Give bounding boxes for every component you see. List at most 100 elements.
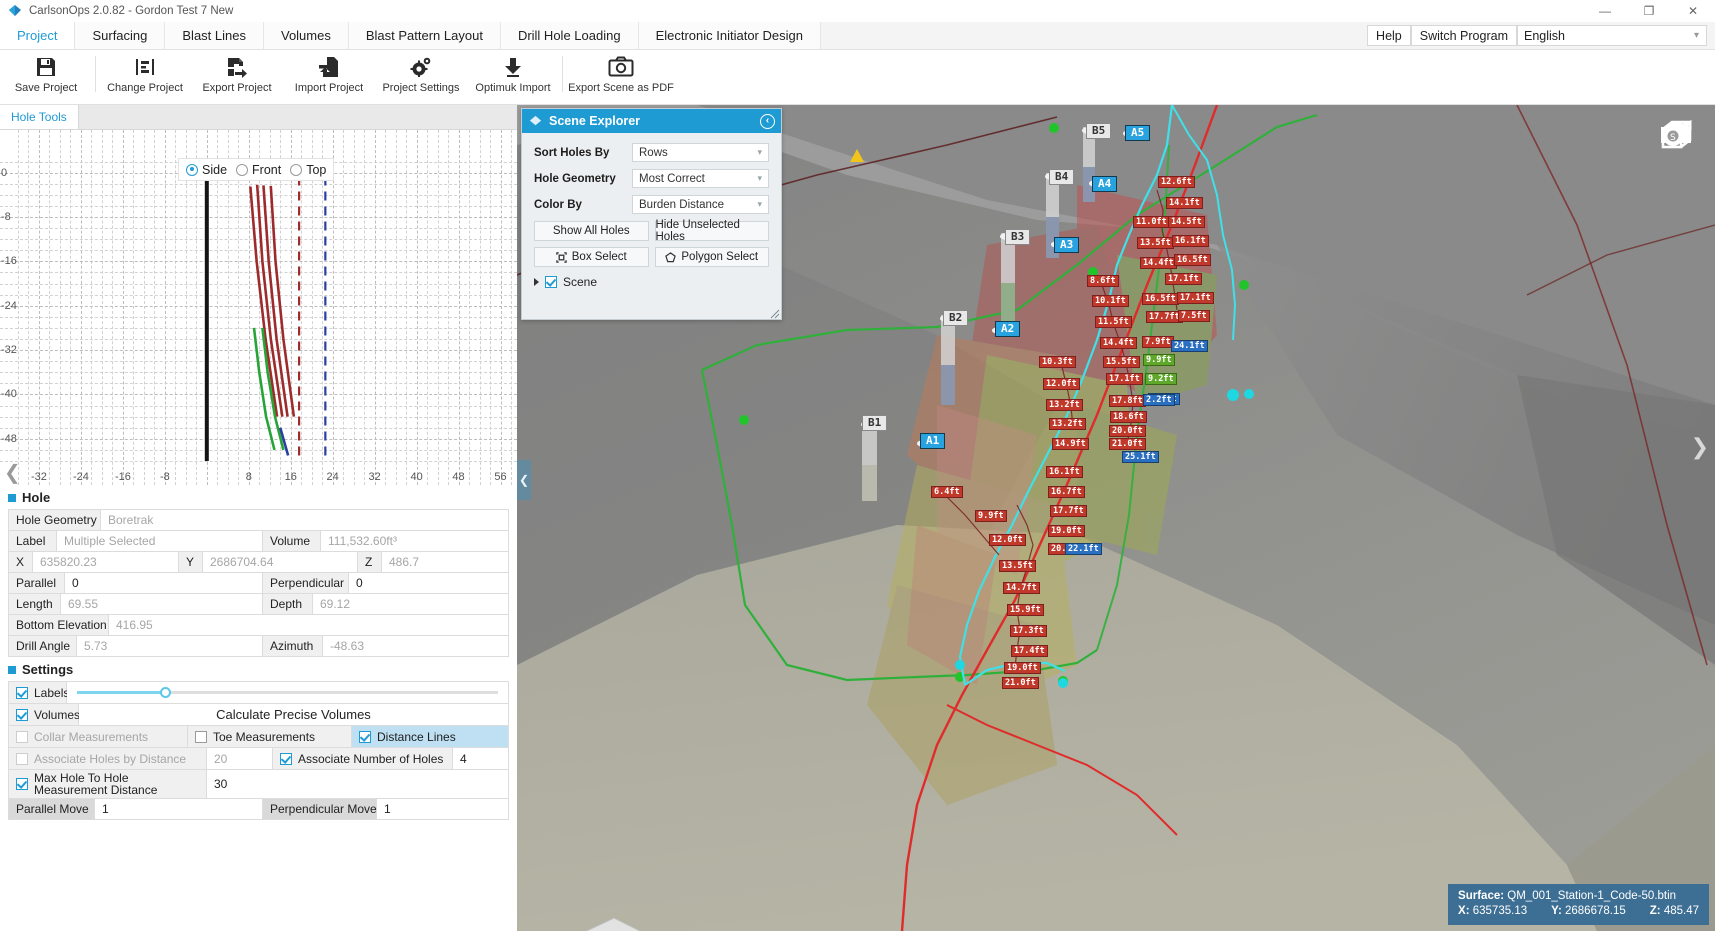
distance-label[interactable]: 7.9ft	[1142, 336, 1174, 348]
parallel-move-value[interactable]: 1	[95, 799, 263, 819]
polygon-select-button[interactable]: Polygon Select	[654, 247, 769, 267]
distance-label[interactable]: 21.0ft	[1002, 677, 1039, 689]
bottom-elevation-value[interactable]: 416.95	[109, 615, 508, 635]
show-all-holes-button[interactable]: Show All Holes	[534, 221, 649, 241]
distance-label[interactable]: 14.4ft	[1100, 337, 1137, 349]
tab-drill-hole-loading[interactable]: Drill Hole Loading	[500, 22, 639, 49]
associate-number-checkbox[interactable]	[280, 752, 292, 765]
distance-label[interactable]: 14.4ft	[1140, 257, 1177, 269]
distance-label[interactable]: 6.4ft	[931, 486, 963, 498]
distance-label[interactable]: 16.1ft	[1046, 466, 1083, 478]
distance-label[interactable]: 8.6ft	[1087, 275, 1119, 287]
max-hole-distance-cell[interactable]: Max Hole To Hole Measurement Distance	[9, 770, 207, 798]
toe-measurements-cell[interactable]: Toe Measurements	[188, 726, 352, 747]
cube-tool-icon[interactable]	[1659, 120, 1711, 257]
depth-value[interactable]: 69.12	[313, 594, 508, 614]
distance-label[interactable]: 12.6ft	[1158, 176, 1195, 188]
distance-label[interactable]: 12.0ft	[1043, 378, 1080, 390]
distance-label[interactable]: 20.0ft	[1109, 425, 1146, 437]
box-select-button[interactable]: Box Select	[534, 247, 649, 267]
labels-size-slider[interactable]	[67, 682, 508, 703]
distance-label[interactable]: 14.9ft	[1052, 438, 1089, 450]
collapse-left-chart-button[interactable]: ❮	[4, 460, 21, 484]
slider-track[interactable]	[77, 687, 498, 698]
language-select[interactable]: English ▾	[1517, 25, 1707, 46]
maximize-button[interactable]: ❐	[1627, 0, 1671, 22]
scene-node-checkbox[interactable]	[545, 276, 557, 288]
distance-label[interactable]: 21.0ft	[1109, 438, 1146, 450]
associate-by-distance-value[interactable]: 20	[207, 748, 273, 769]
radio-front[interactable]: Front	[236, 163, 281, 177]
hole-label-b1[interactable]: B1	[862, 415, 888, 431]
distance-label[interactable]: 18.6ft	[1110, 411, 1147, 423]
distance-label[interactable]: 13.5ft	[1137, 237, 1174, 249]
distance-label[interactable]: 14.7ft	[1003, 582, 1040, 594]
expand-arrow-icon[interactable]	[534, 278, 539, 286]
hide-unselected-holes-button[interactable]: Hide Unselected Holes	[654, 219, 769, 243]
collapse-right-button[interactable]: ❯	[1691, 435, 1709, 460]
help-button[interactable]: Help	[1367, 25, 1411, 46]
distance-label[interactable]: 16.7ft	[1048, 486, 1085, 498]
tab-electronic-initiator-design[interactable]: Electronic Initiator Design	[638, 22, 821, 49]
distance-label[interactable]: 17.4ft	[1011, 645, 1048, 657]
distance-label[interactable]: 17.1ft	[1177, 292, 1214, 304]
volumes-checkbox[interactable]	[16, 708, 28, 721]
y-value[interactable]: 2686704.64	[203, 552, 358, 572]
tab-project[interactable]: Project	[0, 22, 76, 49]
collapse-panel-handle[interactable]: ❮	[517, 460, 531, 500]
scene-explorer-resize-handle[interactable]	[770, 308, 780, 319]
distance-label[interactable]: 16.5ft	[1174, 254, 1211, 266]
export-scene-pdf-button[interactable]: Export Scene as PDF	[566, 50, 676, 105]
radio-top[interactable]: Top	[290, 163, 326, 177]
optimuk-import-button[interactable]: Optimuk Import	[467, 50, 559, 105]
tab-volumes[interactable]: Volumes	[263, 22, 349, 49]
distance-label[interactable]: 19.0ft	[1048, 525, 1085, 537]
distance-lines-cell[interactable]: Distance Lines	[352, 726, 508, 747]
distance-label[interactable]: 13.5ft	[999, 560, 1036, 572]
distance-label[interactable]: 10.3ft	[1039, 356, 1076, 368]
distance-label[interactable]: 7.5ft	[1178, 310, 1210, 322]
hole-profile-chart[interactable]: 0 -8 -16 -24 -32 -40 -48 -32 -24 -16 -8 8 16 24 32 40 48…	[0, 130, 517, 485]
distance-label[interactable]: 25.1ft	[1122, 451, 1159, 463]
distance-label[interactable]: 9.9ft	[1143, 354, 1175, 366]
hole-label-a4[interactable]: A4	[1092, 176, 1118, 192]
slider-knob[interactable]	[160, 687, 172, 698]
hole-label-a3[interactable]: A3	[1054, 237, 1080, 253]
hole-label-b3[interactable]: B3	[1005, 229, 1031, 245]
distance-label[interactable]: 17.8ft	[1109, 395, 1146, 407]
hole-label-a5[interactable]: A5	[1125, 125, 1151, 141]
distance-label[interactable]: 12.0ft	[989, 534, 1026, 546]
sort-holes-by-select[interactable]: Rows ▾	[632, 143, 769, 162]
z-value[interactable]: 486.7	[382, 552, 508, 572]
labels-checkbox-cell[interactable]: Labels	[9, 682, 69, 703]
distance-label[interactable]: 9.9ft	[975, 510, 1007, 522]
distance-label[interactable]: 17.3ft	[1010, 625, 1047, 637]
close-button[interactable]: ✕	[1671, 0, 1715, 22]
tab-blast-lines[interactable]: Blast Lines	[165, 22, 264, 49]
volume-value[interactable]: 111,532.60ft³	[321, 531, 508, 551]
distance-label[interactable]: 22.1ft	[1065, 543, 1102, 555]
hole-geometry-value[interactable]: Boretrak	[101, 510, 508, 530]
associate-by-distance-checkbox[interactable]	[16, 752, 28, 765]
color-by-select[interactable]: Burden Distance ▾	[632, 195, 769, 214]
distance-label[interactable]: 15.9ft	[1007, 604, 1044, 616]
scene-explorer-panel[interactable]: Scene Explorer ‹ Sort Holes By Rows ▾ Ho…	[521, 108, 782, 320]
max-hole-distance-checkbox[interactable]	[16, 778, 28, 790]
orbit-tool-icon[interactable]: S	[1659, 119, 1711, 211]
distance-label[interactable]: 24.1ft	[1171, 340, 1208, 352]
distance-label[interactable]: 13.2ft	[1046, 399, 1083, 411]
tab-blast-pattern-layout[interactable]: Blast Pattern Layout	[348, 22, 501, 49]
distance-label[interactable]: 11.0ft	[1133, 216, 1170, 228]
hole-label-a2[interactable]: A2	[995, 321, 1021, 337]
distance-label[interactable]: 16.5ft	[1142, 293, 1179, 305]
drill-angle-value[interactable]: 5.73	[77, 636, 263, 656]
tab-surfacing[interactable]: Surfacing	[75, 22, 166, 49]
distance-label[interactable]: 14.1ft	[1166, 197, 1203, 209]
toe-measurements-checkbox[interactable]	[195, 730, 207, 743]
calculate-precise-volumes-button[interactable]: Calculate Precise Volumes	[79, 704, 508, 725]
distance-lines-checkbox[interactable]	[359, 730, 371, 743]
distance-label[interactable]: 9.2ft	[1145, 373, 1177, 385]
distance-label[interactable]: 17.7ft	[1050, 505, 1087, 517]
radio-side[interactable]: Side	[186, 163, 227, 177]
perpendicular-move-value[interactable]: 1	[377, 799, 508, 819]
